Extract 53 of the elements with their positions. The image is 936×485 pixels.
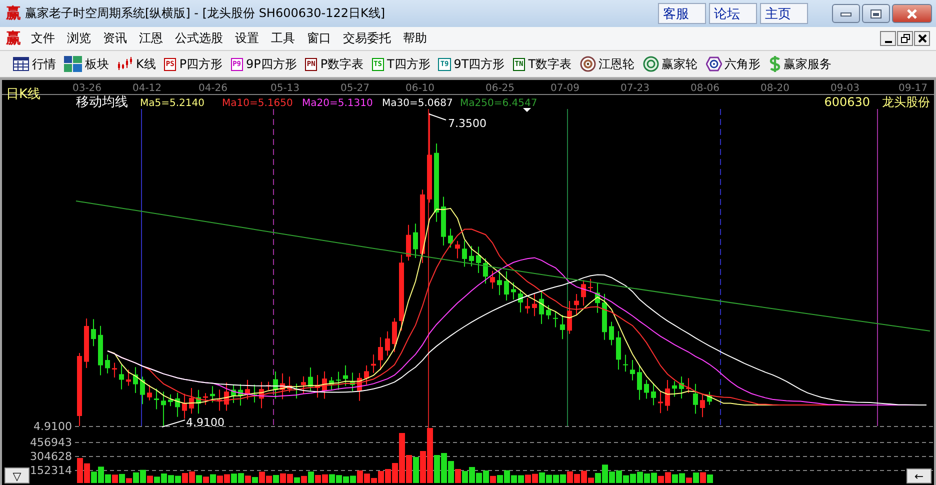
date-label: 06-10 <box>405 83 435 94</box>
date-label: 08-06 <box>690 83 720 94</box>
stock-name: 龙头股份 <box>882 95 930 109</box>
menu-item[interactable]: 交易委托 <box>343 30 391 47</box>
back-button[interactable]: ← <box>906 468 932 484</box>
toolbar-button[interactable]: 六角形 <box>702 53 764 75</box>
volume-axis-label: 456943 <box>30 436 72 449</box>
low-price-label: 4.9100 <box>186 416 224 429</box>
ma-reading: Ma5=5.2140 <box>140 98 204 109</box>
stock-code: 600630 <box>824 95 870 109</box>
menu-item[interactable]: 设置 <box>235 30 259 47</box>
toolbar-button[interactable]: 行情 <box>10 53 59 75</box>
indicator-label: 移动均线 <box>76 95 128 110</box>
period-label: 日K线 <box>6 87 41 102</box>
date-label: 08-20 <box>760 83 790 94</box>
menu-item[interactable]: 文件 <box>31 30 55 47</box>
toolbar-button[interactable]: 赢家轮 <box>640 53 701 75</box>
date-label: 09-03 <box>830 83 860 94</box>
date-label: 07-09 <box>550 83 580 94</box>
volume-axis-label: 152314 <box>30 464 72 477</box>
date-label: 09-17 <box>898 83 928 94</box>
menu-item[interactable]: 资讯 <box>103 30 127 47</box>
menu-item[interactable]: 窗口 <box>307 30 331 47</box>
date-label: 03-26 <box>72 83 102 94</box>
date-label: 06-25 <box>485 83 515 94</box>
toolbar-button[interactable]: 赢家服务 <box>766 53 835 75</box>
toolbar-button[interactable]: K线 <box>114 53 159 75</box>
window-title: 赢家老子时空周期系统[纵横版] - [龙头股份 SH600630-122日K线] <box>25 5 386 22</box>
high-price-label: 7.3500 <box>448 117 486 130</box>
menu-item[interactable]: 浏览 <box>67 30 91 47</box>
menu-item[interactable]: 江恩 <box>139 30 163 47</box>
link-button[interactable]: 主页 <box>760 3 808 24</box>
price-axis-label: 4.9100 <box>34 420 72 433</box>
ma-reading: Ma20=5.1310 <box>302 98 373 109</box>
menu-item[interactable]: 帮助 <box>403 30 427 47</box>
ma-reading: Ma10=5.1650 <box>222 98 293 109</box>
ma-reading: Ma250=6.4547 <box>460 98 538 109</box>
toolbar-button[interactable]: 板块 <box>61 53 112 75</box>
ma-reading: Ma30=5.0687 <box>382 98 453 109</box>
date-label: 04-26 <box>198 83 228 94</box>
date-label: 05-27 <box>340 83 370 94</box>
collapse-button[interactable]: ▽ <box>4 468 30 484</box>
link-button[interactable]: 客服 <box>658 3 706 24</box>
menu-item[interactable]: 公式选股 <box>175 30 223 47</box>
app-logo: 赢 <box>6 4 21 23</box>
menu-item[interactable]: 工具 <box>271 30 295 47</box>
link-button[interactable]: 论坛 <box>709 3 757 24</box>
toolbar-button[interactable]: 江恩轮 <box>576 53 638 75</box>
date-label: 07-23 <box>620 83 650 94</box>
volume-axis-label: 304628 <box>30 450 72 463</box>
date-label: 05-13 <box>270 83 300 94</box>
app-logo: 赢 <box>6 29 21 48</box>
date-label: 04-12 <box>132 83 162 94</box>
